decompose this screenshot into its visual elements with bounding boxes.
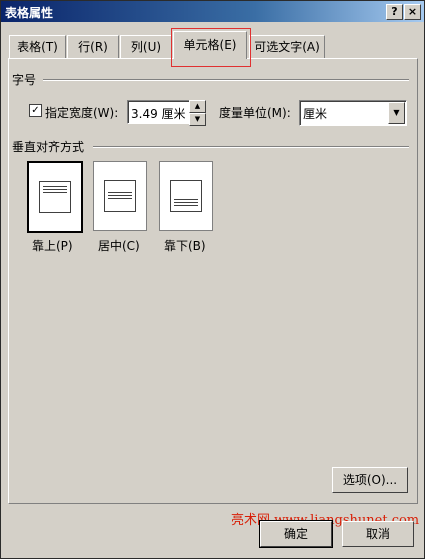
- cancel-button[interactable]: 取消: [342, 521, 414, 547]
- dialog-title: 表格属性: [5, 6, 54, 20]
- valign-top-label[interactable]: 靠上(P): [32, 237, 73, 254]
- title-bar[interactable]: 表格属性 ? ×: [1, 1, 424, 22]
- spin-up-icon[interactable]: ▲: [189, 100, 206, 113]
- ok-button[interactable]: 确定: [259, 520, 333, 548]
- width-checkbox-label: 指定宽度(W):: [45, 106, 119, 120]
- valign-group-title: 垂直对齐方式: [12, 140, 85, 154]
- tab-row[interactable]: 行(R): [67, 35, 119, 58]
- align-top-icon: [39, 181, 71, 213]
- align-bottom-icon: [170, 180, 202, 212]
- size-group-title: 字号: [12, 73, 37, 87]
- width-input[interactable]: 3.49 厘米: [127, 100, 191, 124]
- valign-center-label[interactable]: 居中(C): [98, 237, 140, 254]
- valign-top-option[interactable]: [27, 161, 83, 233]
- width-checkbox[interactable]: ✓: [29, 104, 42, 117]
- tab-table[interactable]: 表格(T): [9, 35, 66, 58]
- tab-table-label: 表格(T): [17, 40, 58, 54]
- unit-label: 度量单位(M):: [219, 106, 291, 120]
- close-button[interactable]: ×: [404, 4, 421, 20]
- table-properties-dialog: 表格属性 ? × 表格(T) 行(R) 列(U) 单元格(E) 可选文字(A) …: [0, 0, 425, 559]
- tab-cell[interactable]: 单元格(E): [173, 31, 247, 59]
- width-input-value: 3.49 厘米: [131, 107, 186, 121]
- tab-row-label: 行(R): [78, 40, 108, 54]
- help-button[interactable]: ?: [386, 4, 403, 20]
- tab-column-label: 列(U): [130, 40, 162, 54]
- spin-down-icon[interactable]: ▼: [189, 113, 206, 126]
- tab-column[interactable]: 列(U): [120, 35, 172, 58]
- chevron-down-icon[interactable]: ▼: [388, 102, 405, 124]
- unit-select-value: 厘米: [303, 107, 328, 121]
- align-center-icon: [104, 180, 136, 212]
- unit-select[interactable]: 厘米 ▼: [299, 100, 407, 126]
- valign-bottom-label[interactable]: 靠下(B): [164, 237, 206, 254]
- size-group-divider: [43, 79, 409, 81]
- tab-cell-label: 单元格(E): [183, 38, 237, 52]
- width-spinner[interactable]: ▲ ▼: [189, 100, 206, 126]
- valign-center-option[interactable]: [93, 161, 147, 231]
- tab-alt-text-label: 可选文字(A): [254, 40, 320, 54]
- options-button[interactable]: 选项(O)...: [332, 467, 408, 493]
- valign-bottom-option[interactable]: [159, 161, 213, 231]
- tab-alt-text[interactable]: 可选文字(A): [249, 35, 325, 58]
- valign-group-divider: [93, 146, 409, 148]
- checkbox-check-icon: ✓: [31, 105, 40, 116]
